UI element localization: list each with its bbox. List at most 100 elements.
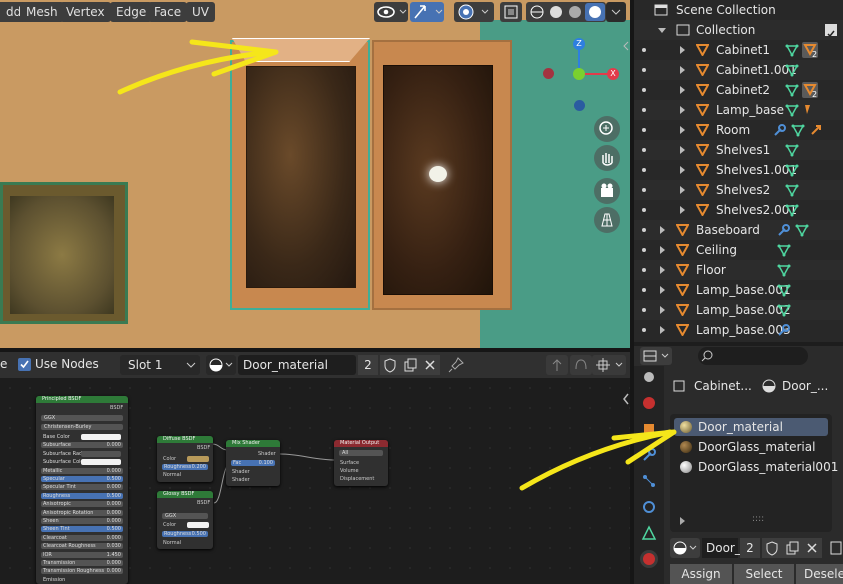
xray-icon[interactable] (500, 2, 522, 22)
pin-icon[interactable] (446, 355, 466, 375)
gizmo-y-axis[interactable] (573, 68, 585, 80)
principled-input-row[interactable]: Anisotropic 0.000 (41, 501, 123, 508)
modifier-wrench-icon[interactable] (776, 222, 792, 238)
data-icon[interactable] (640, 524, 658, 542)
slot-dropdown[interactable]: Slot 1 (120, 355, 200, 375)
outliner-item[interactable]: Cabinet1.001 (634, 60, 843, 80)
outliner-item[interactable]: Cabinet2 2 (634, 80, 843, 100)
expand-arrow-icon[interactable] (680, 206, 685, 214)
assign-button[interactable]: Assign (670, 564, 732, 584)
material-partial-icon[interactable] (802, 102, 818, 118)
menu-uv[interactable]: UV (186, 2, 215, 22)
material-browse-icon[interactable] (206, 355, 236, 375)
expand-arrow-icon[interactable] (680, 186, 685, 194)
principled-input-row[interactable]: Subsurface Radius (41, 450, 123, 457)
visibility-dot-icon[interactable] (642, 288, 646, 292)
zoom-icon[interactable] (594, 116, 620, 142)
visibility-dot-icon[interactable] (642, 168, 646, 172)
visibility-dot-icon[interactable] (642, 248, 646, 252)
armature-bone-icon[interactable] (808, 122, 824, 138)
output-target-dropdown[interactable]: All (339, 450, 383, 456)
base-color-swatch[interactable] (81, 434, 121, 440)
object-icon[interactable] (640, 420, 658, 438)
node-editor-canvas[interactable]: Principled BSDF BSDF GGX Christensen-Bur… (0, 378, 630, 584)
glossy-distribution-dropdown[interactable]: GGX (162, 513, 208, 519)
principled-input-row[interactable]: Specular Tint 0.000 (41, 484, 123, 491)
expand-arrow-icon[interactable] (660, 286, 665, 294)
mesh-data-icon[interactable] (784, 82, 800, 98)
mesh-data-icon[interactable] (784, 102, 800, 118)
principled-input-row[interactable]: Clearcoat 0.000 (41, 534, 123, 541)
principled-input-row[interactable]: Sheen Tint 0.500 (41, 526, 123, 533)
outliner-item[interactable]: Baseboard (634, 220, 843, 240)
node-material-output[interactable]: Material Output All Surface Volume Displ… (334, 440, 388, 486)
outliner-item[interactable]: Lamp_base (634, 100, 843, 120)
subsurface-method-dropdown[interactable]: Christensen-Burley (41, 424, 123, 430)
perspective-grid-icon[interactable] (594, 207, 620, 233)
expand-arrow-icon[interactable] (680, 66, 685, 74)
expand-arrow-icon[interactable] (680, 146, 685, 154)
unlink-close-icon[interactable] (802, 538, 822, 558)
collection-checkbox[interactable] (825, 24, 837, 38)
outliner-item[interactable]: Shelves2.001 (634, 200, 843, 220)
diffuse-roughness-slider[interactable]: Roughness 0.200 (162, 464, 208, 470)
subsurface-radius-field[interactable] (81, 450, 121, 457)
list-resize-handle[interactable]: :::: (752, 514, 764, 524)
outliner-item[interactable]: Room (634, 120, 843, 140)
material-datablock-field[interactable]: Door_ (702, 538, 741, 558)
sidebar-toggle-arrow-icon-top[interactable] (622, 40, 630, 55)
outliner-item[interactable]: Shelves1 (634, 140, 843, 160)
mesh-data-icon[interactable] (784, 62, 800, 78)
outliner-item[interactable]: Ceiling (634, 240, 843, 260)
material-tab-icon[interactable] (640, 550, 658, 568)
menu-edge[interactable]: Edge (110, 2, 153, 22)
physics-icon[interactable] (640, 472, 658, 490)
camera-icon[interactable] (594, 178, 620, 204)
visibility-dot-icon[interactable] (642, 328, 646, 332)
principled-input-row[interactable]: Emission (41, 577, 123, 583)
selected-face[interactable] (232, 38, 370, 62)
user-count[interactable]: 2 (358, 355, 378, 375)
editor-type-icon[interactable] (640, 347, 672, 365)
gizmo-toggle-icon[interactable] (410, 2, 444, 22)
outliner-item[interactable]: Floor (634, 260, 843, 280)
menu-mesh[interactable]: Mesh (20, 2, 64, 22)
menu-face[interactable]: Face (148, 2, 188, 22)
sidebar-toggle-arrow-icon[interactable] (621, 392, 631, 409)
material-slot-list[interactable]: Door_material DoorGlass_material DoorGlass… (670, 414, 838, 532)
pan-hand-icon[interactable] (594, 145, 620, 171)
browse-material-icon[interactable] (670, 538, 700, 558)
visibility-dot-icon[interactable] (642, 228, 646, 232)
gizmo-neg-x[interactable] (543, 68, 554, 79)
node-diffuse-bsdf[interactable]: Diffuse BSDF BSDF Color Roughness 0.200 … (157, 436, 213, 482)
expand-arrow-icon[interactable] (680, 166, 685, 174)
mesh-data-icon[interactable] (776, 302, 792, 318)
shading-modes[interactable] (526, 2, 606, 22)
modifier-wrench-icon[interactable] (776, 322, 792, 338)
principled-input-row[interactable]: Anisotropic Rotation 0.000 (41, 509, 123, 516)
expand-arrow-icon[interactable] (680, 126, 685, 134)
outliner-item[interactable]: Shelves2 (634, 180, 843, 200)
properties-search-input[interactable] (698, 347, 808, 365)
expand-arrow-icon[interactable] (680, 86, 685, 94)
principled-input-row[interactable]: Sheen 0.000 (41, 518, 123, 524)
principled-input-row[interactable]: Subsurface 0.000 (41, 442, 123, 449)
glossy-roughness-slider[interactable]: Roughness 0.500 (162, 531, 208, 537)
glossy-color-swatch[interactable] (187, 522, 209, 528)
visibility-dot-icon[interactable] (642, 208, 646, 212)
visibility-dot-icon[interactable] (642, 188, 646, 192)
mesh-data-icon[interactable] (794, 222, 810, 238)
expand-arrow-icon[interactable] (658, 28, 666, 33)
parent-node-tree-icon[interactable] (546, 355, 568, 375)
select-button[interactable]: Select (734, 564, 794, 584)
outliner[interactable]: Scene Collection Collection Cabinet1 2 Ca… (634, 0, 843, 342)
material-slot-item[interactable]: Door_material (674, 418, 828, 436)
mix-fac-slider[interactable]: Fac 0.100 (231, 460, 275, 466)
overlay-icon[interactable] (454, 2, 494, 22)
visibility-icon[interactable] (374, 2, 408, 22)
diffuse-color-swatch[interactable] (187, 456, 209, 462)
menu-vertex[interactable]: Vertex (60, 2, 111, 22)
visibility-dot-icon[interactable] (642, 268, 646, 272)
constraint-icon[interactable] (640, 498, 658, 516)
outliner-item[interactable]: Lamp_base.001 (634, 280, 843, 300)
